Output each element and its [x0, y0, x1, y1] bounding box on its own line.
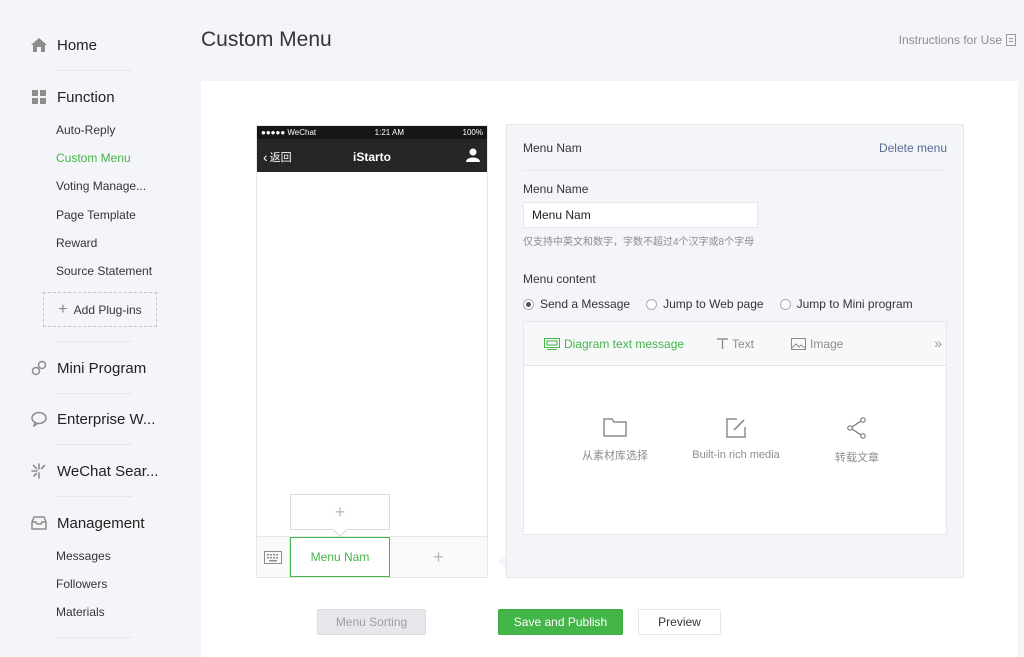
sparkle-icon [30, 462, 48, 480]
add-menu-button[interactable]: + [390, 537, 487, 577]
phone-time: 1:21 AM [374, 128, 405, 137]
image-icon [791, 337, 806, 350]
radio-dot [523, 298, 534, 310]
radio-jump-mini-program[interactable]: Jump to Mini program [779, 297, 913, 311]
double-chevron-right-icon[interactable]: » [934, 335, 942, 351]
radio-dot [646, 298, 658, 310]
add-submenu-button[interactable]: + [290, 494, 390, 530]
nav-home[interactable]: Home [30, 36, 97, 54]
phone-title: iStarto [352, 150, 391, 164]
phone-chat-area [257, 172, 487, 536]
tab-diagram-text[interactable]: Diagram text message [544, 337, 684, 351]
plus-icon: + [58, 300, 68, 318]
sidebar-item-materials[interactable]: Materials [56, 605, 105, 619]
edit-icon [726, 418, 746, 438]
nav-function-label: Function [57, 88, 115, 106]
radio-dot [779, 298, 791, 310]
option-built-in-rich-media[interactable]: Built-in rich media [676, 417, 796, 461]
plus-icon: + [433, 546, 444, 567]
preview-button[interactable]: Preview [638, 609, 721, 635]
nav-wechat-search-label: WeChat Sear... [57, 462, 159, 480]
tab-text[interactable]: Text [717, 337, 754, 351]
page-title: Custom Menu [201, 28, 332, 51]
radio-label: Jump to Mini program [796, 297, 913, 311]
tab-label: Image [810, 336, 844, 351]
nav-wechat-search[interactable]: WeChat Sear... [30, 462, 158, 480]
phone-status-bar: ●●●●● WeChat 1:21 AM 100% [257, 126, 487, 139]
option-label: Built-in rich media [692, 449, 780, 461]
tab-label: Diagram text message [564, 336, 685, 351]
link-icon [30, 359, 48, 377]
option-label: 转载文章 [835, 452, 879, 464]
divider [56, 341, 132, 342]
content-type-radios: Send a Message Jump to Web page Jump to … [523, 297, 929, 311]
content-tabs: Diagram text message Text Image » [524, 322, 946, 366]
phone-carrier: ●●●●● WeChat [261, 128, 317, 137]
share-icon [847, 417, 866, 439]
radio-jump-web[interactable]: Jump to Web page [646, 297, 764, 311]
editor-header: Menu Nam Delete menu [523, 125, 947, 171]
message-content-box: Diagram text message Text Image » 从素材库选择… [523, 321, 947, 535]
image-text-icon [544, 337, 560, 350]
grid-icon [30, 88, 48, 106]
radio-label: Send a Message [540, 297, 631, 311]
radio-send-message[interactable]: Send a Message [523, 297, 630, 311]
divider [56, 70, 132, 71]
tab-image[interactable]: Image [791, 337, 843, 351]
text-icon [717, 338, 728, 349]
nav-function[interactable]: Function [30, 88, 115, 106]
inbox-icon [30, 514, 48, 532]
sidebar-item-messages[interactable]: Messages [56, 549, 111, 563]
document-icon [1006, 34, 1016, 46]
option-reprint-article[interactable]: 转载文章 [797, 417, 917, 465]
menu-content-label: Menu content [523, 272, 596, 286]
chat-icon [30, 410, 48, 428]
sidebar-item-followers[interactable]: Followers [56, 577, 107, 591]
phone-nav-bar: ‹ 返回 iStarto [257, 139, 487, 172]
home-icon [30, 36, 48, 54]
plus-icon: + [334, 501, 346, 522]
menu-name-hint: 仅支持中英文和数字，字数不超过4个汉字或8个字母 [523, 237, 755, 248]
divider [56, 444, 132, 445]
delete-menu-link[interactable]: Delete menu [879, 141, 947, 155]
nav-enterprise-label: Enterprise W... [57, 410, 156, 428]
divider [56, 393, 132, 394]
menu-editor: Menu Nam Delete menu Menu Name 仅支持中英文和数字… [506, 124, 964, 578]
folder-icon [603, 418, 627, 437]
sidebar-item-voting[interactable]: Voting Manage... [56, 179, 146, 193]
menu-sorting-button[interactable]: Menu Sorting [317, 609, 426, 635]
sidebar-item-source-statement[interactable]: Source Statement [56, 264, 152, 278]
sidebar-item-reward[interactable]: Reward [56, 236, 97, 250]
option-label: 从素材库选择 [582, 450, 648, 462]
menu-name-label: Menu Name [523, 182, 589, 196]
add-plugins-button[interactable]: + Add Plug-ins [43, 292, 157, 327]
editor-menu-name: Menu Nam [523, 140, 582, 155]
user-icon [466, 148, 480, 162]
sidebar-item-auto-reply[interactable]: Auto-Reply [56, 123, 115, 137]
save-publish-button[interactable]: Save and Publish [498, 609, 623, 635]
nav-management[interactable]: Management [30, 514, 145, 532]
sidebar-item-page-template[interactable]: Page Template [56, 208, 136, 222]
phone-menu-bar: Menu Nam + [257, 536, 487, 577]
keyboard-toggle[interactable] [257, 537, 290, 577]
add-plugins-label: Add Plug-ins [73, 302, 142, 317]
phone-battery: 100% [462, 128, 483, 137]
menu-name-input[interactable] [523, 202, 758, 228]
tab-label: Text [732, 336, 755, 351]
nav-home-label: Home [57, 36, 98, 54]
instructions-label: Instructions for Use [898, 33, 1002, 47]
nav-mini-program[interactable]: Mini Program [30, 359, 146, 377]
nav-enterprise[interactable]: Enterprise W... [30, 410, 155, 428]
divider [56, 637, 132, 638]
sidebar-item-custom-menu[interactable]: Custom Menu [56, 151, 131, 165]
option-from-library[interactable]: 从素材库选择 [555, 417, 675, 463]
menu-tab[interactable]: Menu Nam [290, 537, 390, 577]
radio-label: Jump to Web page [663, 297, 764, 311]
sidebar: Home Function Auto-Reply Custom Menu Vot… [0, 0, 180, 657]
keyboard-icon [264, 550, 282, 564]
divider [56, 496, 132, 497]
nav-mini-program-label: Mini Program [57, 359, 147, 377]
instructions-link[interactable]: Instructions for Use [899, 33, 1016, 47]
nav-management-label: Management [57, 514, 145, 532]
